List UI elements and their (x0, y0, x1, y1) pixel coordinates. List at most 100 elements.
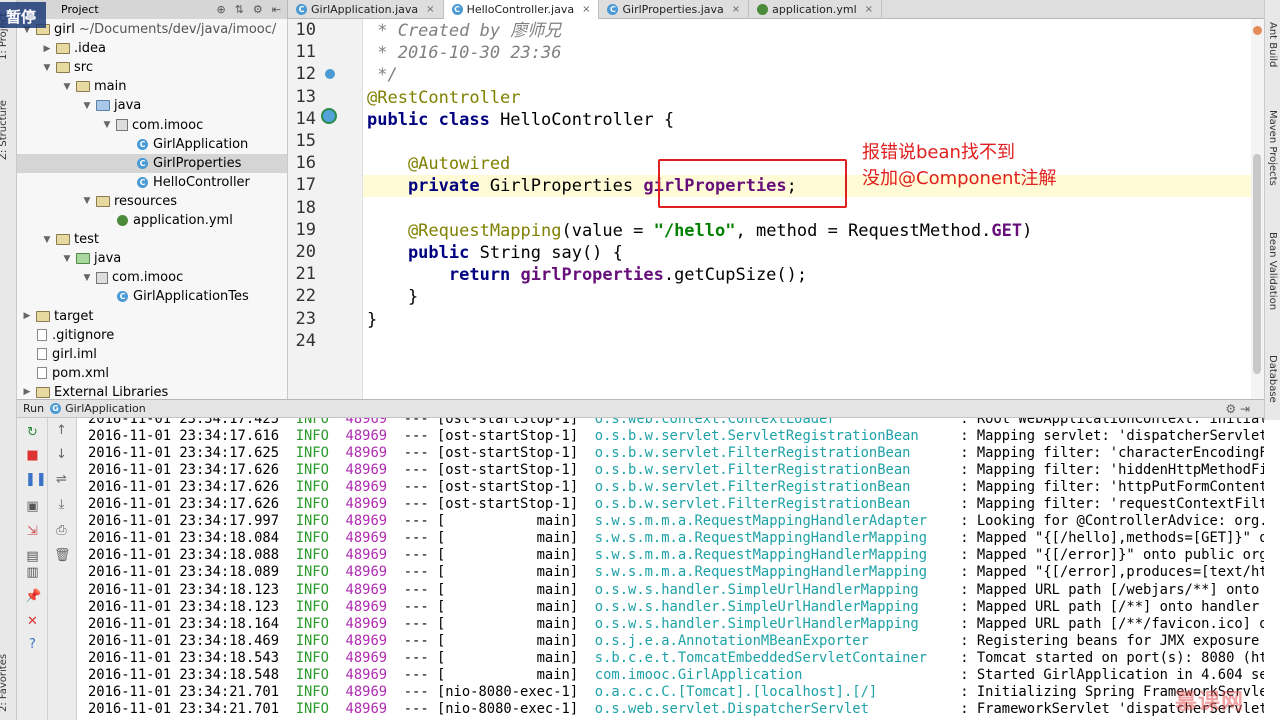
exit-icon[interactable]: ⇲ (25, 525, 40, 539)
close-icon[interactable]: ✕ (25, 615, 40, 629)
scroll-to-end-icon[interactable]: ⤓ (54, 498, 69, 512)
log-level: INFO (295, 530, 329, 547)
code-token: GirlProperties (489, 176, 644, 197)
chevron-down-icon[interactable]: ▼ (81, 101, 93, 111)
tree-item[interactable]: ▶ target (17, 307, 287, 326)
tree-item[interactable]: girl.iml (17, 345, 287, 364)
layout-icon[interactable]: ▤ (25, 550, 40, 564)
tree-item[interactable]: C HelloController (17, 173, 287, 192)
tree-item-label: GirlApplication (153, 136, 249, 152)
code-token: * Created by 廖师兄 (367, 21, 562, 41)
favorites-tool-button[interactable]: 2: Favorites (0, 654, 9, 712)
chevron-down-icon[interactable]: ▼ (81, 273, 93, 283)
gear-icon[interactable]: ⚙ (253, 3, 263, 16)
tree-item[interactable]: .gitignore (17, 326, 287, 345)
target-icon[interactable]: ⊕ (216, 3, 225, 16)
pause-overlay[interactable]: 暂停 (0, 2, 46, 28)
log-line: 2016-11-01 23:34:17.626 INFO 48969 --- [… (88, 462, 1264, 479)
close-icon[interactable]: × (865, 4, 873, 15)
line-number: 12 (295, 64, 316, 85)
project-panel-header[interactable]: Project ⊕ ⇅ ⚙ ⇤ (17, 0, 288, 19)
tab-girlapplication-java[interactable]: C GirlApplication.java × (288, 0, 444, 19)
help-icon[interactable]: ? (25, 638, 40, 652)
tree-item[interactable]: ▼ java (17, 96, 287, 115)
log-message: : Mapping filter: 'requestContextFilter'… (960, 496, 1264, 513)
tree-item[interactable]: ▼ test (17, 230, 287, 249)
dump-threads-icon[interactable]: ▣ (25, 500, 40, 514)
structure-tool-button[interactable]: Z: Structure (0, 100, 9, 160)
bean-validation-tool-button[interactable]: Bean Validation (1267, 232, 1278, 310)
rerun-icon[interactable]: ↻ (25, 426, 40, 440)
log-level: INFO (295, 615, 329, 632)
chevron-down-icon[interactable]: ▼ (61, 254, 73, 264)
run-config-name[interactable]: GirlApplication (65, 402, 146, 415)
soft-wrap-icon[interactable]: ⇌ (54, 473, 69, 487)
tree-item[interactable]: ▼ main (17, 77, 287, 96)
close-icon[interactable]: × (582, 4, 590, 15)
chevron-down-icon[interactable]: ▼ (41, 235, 53, 245)
log-pid: 48969 (345, 683, 388, 700)
tree-item-label: girl (54, 22, 75, 37)
chevron-down-icon[interactable]: ▼ (101, 120, 113, 130)
line-number: 20 (295, 242, 316, 262)
bean-gutter-icon[interactable] (325, 69, 335, 79)
chevron-right-icon[interactable]: ▶ (21, 387, 33, 397)
tree-item[interactable]: ▶ .idea (17, 39, 287, 58)
close-icon[interactable]: × (732, 4, 740, 15)
tree-item[interactable]: ▼ com.imooc (17, 116, 287, 135)
ant-build-tool-button[interactable]: Ant Build (1267, 22, 1278, 67)
tree-item[interactable]: C GirlApplication (17, 135, 287, 154)
code-line: } (367, 309, 377, 331)
run-console[interactable]: 2016-11-01 23:34:17.425 INFO 48969 --- [… (77, 418, 1264, 720)
log-thread: --- [ main] (403, 513, 579, 530)
restore-layout-icon[interactable]: ▥ (25, 566, 40, 580)
chevron-right-icon[interactable]: ▶ (41, 44, 53, 54)
scroll-down-icon[interactable]: ↓ (54, 448, 69, 462)
clear-all-icon[interactable]: 🗑 (54, 549, 71, 563)
stop-icon[interactable]: ■ (25, 449, 40, 463)
run-settings-gear-icon[interactable]: ⚙ ⇥ (1225, 402, 1264, 416)
hide-icon[interactable]: ⇤ (272, 3, 281, 16)
tree-item[interactable]: ▼ java (17, 249, 287, 268)
class-icon: C (137, 176, 148, 188)
print-icon[interactable]: ⎙ (54, 524, 69, 538)
log-pid: 48969 (345, 530, 388, 547)
chevron-down-icon[interactable]: ▼ (61, 82, 73, 92)
file-icon (37, 329, 47, 342)
tree-item[interactable]: ▼ src (17, 58, 287, 77)
scroll-up-icon[interactable]: ↑ (54, 424, 69, 438)
log-line: 2016-11-01 23:34:17.626 INFO 48969 --- [… (88, 479, 1264, 496)
tree-item[interactable]: C GirlProperties (17, 153, 287, 173)
tab-hellocontroller-java[interactable]: C HelloController.java × (443, 0, 600, 19)
log-logger: o.s.b.w.servlet.FilterRegistrationBean (594, 479, 961, 496)
code-editor[interactable]: * Created by 廖师兄 * 2016-10-30 23:36 */@R… (363, 19, 1251, 399)
chevron-down-icon[interactable]: ▼ (81, 196, 93, 206)
collapse-icon[interactable]: ⇅ (235, 3, 244, 16)
tree-item[interactable]: ▶ External Libraries (17, 383, 287, 399)
tab-application-yml[interactable]: application.yml × (749, 0, 883, 19)
tree-item[interactable]: pom.xml (17, 364, 287, 383)
tree-item[interactable]: C GirlApplicationTes (17, 287, 287, 306)
database-tool-button[interactable]: Database (1267, 355, 1278, 403)
log-logger: o.s.web.servlet.DispatcherServlet (594, 700, 961, 717)
editor-scrollbar[interactable] (1251, 19, 1264, 399)
close-icon[interactable]: × (426, 4, 434, 15)
tree-item[interactable]: application.yml (17, 211, 287, 230)
tree-item[interactable]: ▼ com.imooc (17, 268, 287, 287)
editor-scroll-thumb[interactable] (1253, 154, 1261, 374)
inspection-status-icon[interactable] (1253, 26, 1262, 35)
class-icon: C (607, 3, 619, 15)
log-thread: --- [ost-startStop-1] (403, 418, 579, 427)
chevron-down-icon[interactable]: ▼ (41, 63, 53, 73)
maven-projects-tool-button[interactable]: Maven Projects (1267, 110, 1278, 186)
pause-icon[interactable]: ❚❚ (25, 473, 47, 487)
file-icon (37, 348, 47, 361)
chevron-right-icon[interactable]: ▶ (21, 311, 33, 321)
pin-icon[interactable]: 📌 (25, 590, 41, 604)
run-gutter-icon[interactable] (321, 108, 337, 124)
log-message: : Mapped URL path [/**] onto handler of … (960, 598, 1260, 615)
tree-item[interactable]: ▼ girl ~/Documents/dev/java/imooc/ (17, 20, 287, 39)
tab-girlproperties-java[interactable]: C GirlProperties.java × (599, 0, 750, 19)
tree-item-path: ~/Documents/dev/java/imooc/ (78, 22, 277, 37)
tree-item[interactable]: ▼ resources (17, 192, 287, 211)
